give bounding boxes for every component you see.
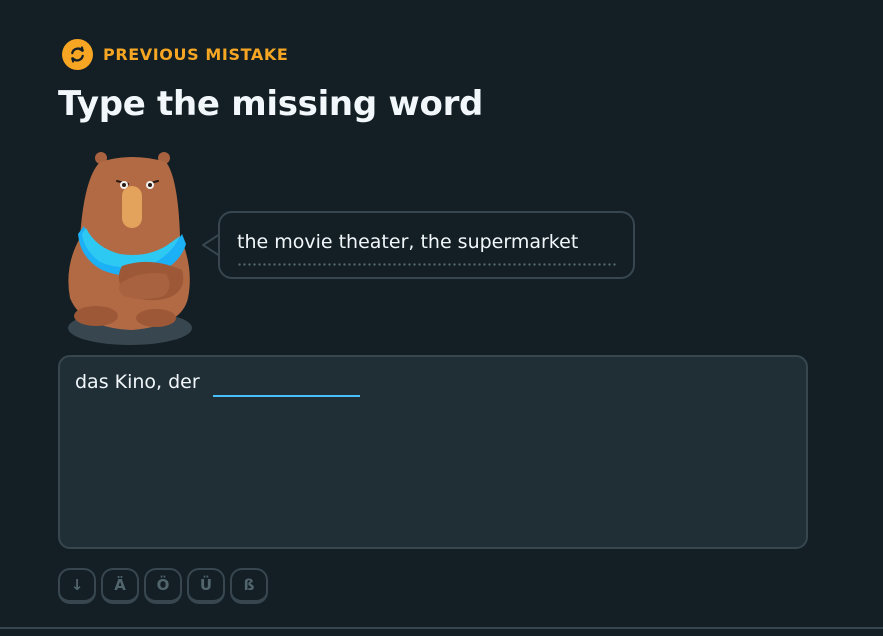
collapse-keys-button[interactable]: ↓: [58, 568, 96, 604]
previous-mistake-badge: PREVIOUS MISTAKE: [62, 39, 288, 70]
answer-area[interactable]: das Kino, der: [58, 355, 808, 549]
footer-divider: [0, 627, 883, 629]
bear-character: [62, 148, 202, 353]
key-eszett[interactable]: ß: [230, 568, 268, 604]
key-o-umlaut[interactable]: Ö: [144, 568, 182, 604]
speech-bubble: the movie theater, the supermarket: [218, 211, 635, 279]
special-characters-bar: ↓ Ä Ö Ü ß: [58, 568, 268, 604]
exercise-page: PREVIOUS MISTAKE Type the missing word t…: [0, 0, 883, 636]
prompt-text: das Kino, der: [75, 371, 200, 393]
key-u-umlaut[interactable]: Ü: [187, 568, 225, 604]
hint-dotted-underline: [237, 263, 617, 266]
page-title: Type the missing word: [58, 84, 484, 124]
key-a-umlaut[interactable]: Ä: [101, 568, 139, 604]
refresh-icon: [62, 39, 93, 70]
previous-mistake-label: PREVIOUS MISTAKE: [103, 45, 289, 64]
missing-word-input[interactable]: [213, 371, 360, 397]
translation-hint[interactable]: the movie theater, the supermarket: [237, 231, 578, 253]
